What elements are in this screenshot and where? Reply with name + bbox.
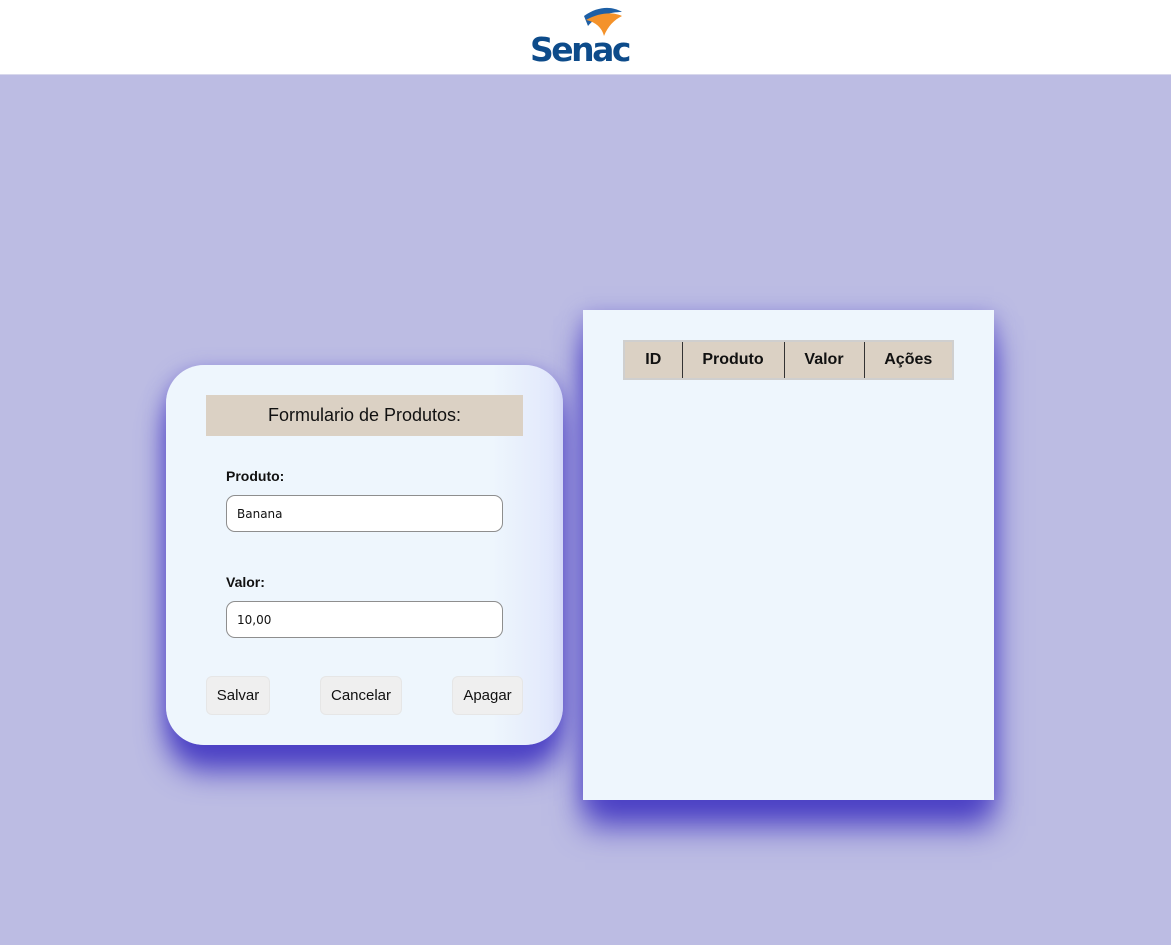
- column-header-id: ID: [624, 341, 683, 379]
- products-table-card: ID Produto Valor Ações: [583, 310, 994, 800]
- valor-input[interactable]: [226, 601, 503, 638]
- save-button[interactable]: Salvar: [206, 676, 270, 715]
- products-table: ID Produto Valor Ações: [623, 340, 954, 380]
- form-title: Formulario de Produtos:: [206, 395, 523, 436]
- column-header-produto: Produto: [682, 341, 785, 379]
- table-header-row: ID Produto Valor Ações: [624, 341, 953, 379]
- produto-input[interactable]: [226, 495, 503, 532]
- product-form-card: Formulario de Produtos: Produto: Valor: …: [166, 365, 563, 745]
- delete-button[interactable]: Apagar: [452, 676, 523, 715]
- senac-logo: Senac: [528, 4, 632, 68]
- logo-wordmark: Senac: [530, 30, 631, 69]
- page-header: Senac: [0, 0, 1171, 75]
- produto-label: Produto:: [226, 468, 285, 484]
- cancel-button[interactable]: Cancelar: [320, 676, 402, 715]
- column-header-acoes: Ações: [864, 341, 953, 379]
- column-header-valor: Valor: [784, 341, 865, 379]
- valor-label: Valor:: [226, 574, 265, 590]
